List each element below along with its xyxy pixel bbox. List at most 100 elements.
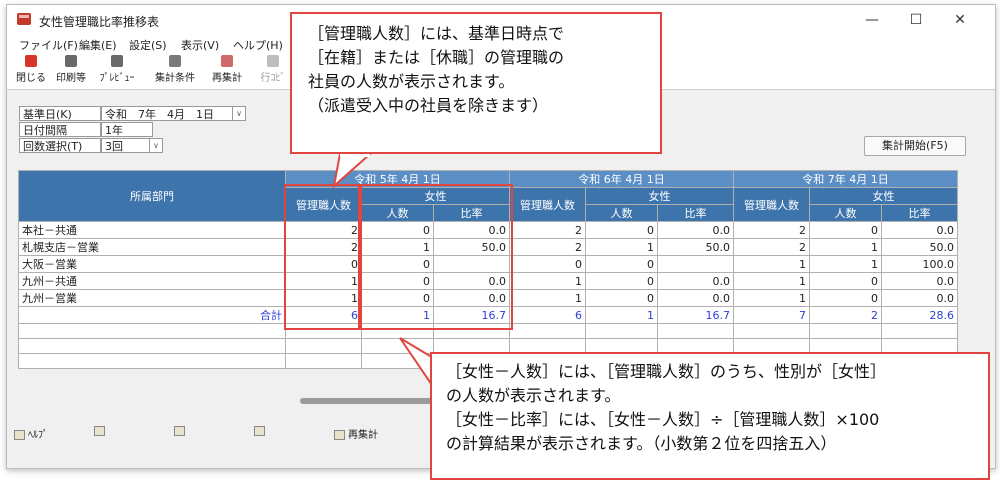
dept-cell: 九州－共通 <box>18 272 286 290</box>
count-select[interactable]: 3回 ∨ <box>101 138 163 153</box>
empty-cell <box>809 323 882 339</box>
value-cell: 50.0 <box>657 238 734 256</box>
empty-cell <box>18 323 286 339</box>
f5-key-icon <box>334 430 345 440</box>
menu-settings[interactable]: 設定(S) <box>129 37 167 53</box>
value-cell: 0 <box>585 255 658 273</box>
value-cell: 50.0 <box>881 238 958 256</box>
value-cell: 0.0 <box>881 272 958 290</box>
female-header: 女性 <box>809 187 958 205</box>
maximize-button[interactable]: ☐ <box>905 10 927 30</box>
f1-help-key[interactable]: ﾍﾙﾌﾟ <box>14 426 48 441</box>
callout-female-count: ［女性－人数］には、［管理職人数］のうち、性別が［女性］ の人数が表示されます。… <box>430 352 990 480</box>
conditions-button[interactable]: 集計条件 <box>155 55 195 84</box>
close-window-button[interactable]: ✕ <box>949 10 971 30</box>
f1-key-icon <box>14 430 25 440</box>
value-cell: 16.7 <box>657 306 734 324</box>
value-cell: 0.0 <box>657 289 734 307</box>
empty-cell <box>881 323 958 339</box>
mgr-header: 管理職人数 <box>733 187 810 222</box>
value-cell: 0 <box>809 289 882 307</box>
value-cell: 0 <box>585 272 658 290</box>
base-date-label: 基準日(K) <box>19 106 101 121</box>
value-cell: 2 <box>809 306 882 324</box>
empty-cell <box>509 323 586 339</box>
highlight-female-columns <box>360 184 513 330</box>
empty-cell <box>285 338 362 354</box>
printer-icon <box>65 55 77 67</box>
menu-view[interactable]: 表示(V) <box>181 37 219 53</box>
period-header: 令和 7年 4月 1日 <box>733 170 958 188</box>
interval-field[interactable]: 1年 <box>101 122 153 137</box>
print-button[interactable]: 印刷等 <box>51 55 91 84</box>
value-cell: 1 <box>809 255 882 273</box>
value-cell: 1 <box>509 289 586 307</box>
row-copy-button[interactable]: 行ｺﾋﾟ <box>253 55 293 84</box>
value-cell: 0.0 <box>881 221 958 239</box>
close-button[interactable]: 閉じる <box>11 55 51 84</box>
menu-file[interactable]: ファイル(F) <box>19 37 78 53</box>
value-cell: 0 <box>585 221 658 239</box>
value-cell: 100.0 <box>881 255 958 273</box>
window-title: 女性管理職比率推移表 <box>39 15 160 29</box>
empty-cell <box>18 353 286 369</box>
f5-recalc-key[interactable]: 再集計 <box>334 426 378 441</box>
app-icon <box>17 13 31 25</box>
count-label: 回数選択(T) <box>19 138 101 153</box>
mgr-header: 管理職人数 <box>509 187 586 222</box>
minimize-button[interactable]: — <box>861 10 883 30</box>
value-cell: 2 <box>733 238 810 256</box>
value-cell: 1 <box>809 238 882 256</box>
value-cell: 1 <box>585 306 658 324</box>
value-cell: 1 <box>509 272 586 290</box>
dept-cell: 大阪－営業 <box>18 255 286 273</box>
interval-label: 日付間隔 <box>19 122 101 137</box>
empty-cell <box>18 338 286 354</box>
menu-help[interactable]: ヘルプ(H) <box>233 37 283 53</box>
value-cell: 2 <box>509 221 586 239</box>
f4-key-icon <box>254 426 265 436</box>
callout-manager-count: ［管理職人数］には、基準日時点で ［在籍］または［休職］の管理職の 社員の人数が… <box>290 12 662 154</box>
empty-cell <box>733 323 810 339</box>
dept-header: 所属部門 <box>18 170 286 222</box>
value-cell: 1 <box>733 272 810 290</box>
value-cell <box>657 255 734 273</box>
empty-cell <box>585 323 658 339</box>
value-cell: 6 <box>509 306 586 324</box>
dept-cell: 九州－営業 <box>18 289 286 307</box>
highlight-mgr-column <box>284 184 360 330</box>
dept-cell: 札幌支店－営業 <box>18 238 286 256</box>
run-aggregate-button[interactable]: 集計開始(F5) <box>864 136 966 156</box>
recalc-button[interactable]: 再集計 <box>207 55 247 84</box>
value-cell: 0 <box>809 272 882 290</box>
value-cell: 2 <box>733 221 810 239</box>
menu-edit[interactable]: 編集(E) <box>79 37 117 53</box>
dept-cell: 合計 <box>18 306 286 324</box>
close-icon <box>25 55 37 67</box>
base-date-input[interactable]: 令和 7年 4月 1日 ∨ <box>101 106 246 121</box>
f2-key[interactable] <box>94 426 108 437</box>
recalc-icon <box>221 55 233 67</box>
female-header: 女性 <box>585 187 734 205</box>
value-cell: 0.0 <box>657 221 734 239</box>
empty-cell <box>657 323 734 339</box>
preview-button[interactable]: ﾌﾟﾚﾋﾞｭｰ <box>97 55 137 84</box>
empty-cell <box>285 353 362 369</box>
value-cell: 0 <box>585 289 658 307</box>
period-header: 令和 6年 4月 1日 <box>509 170 734 188</box>
chevron-down-icon[interactable]: ∨ <box>149 139 162 152</box>
chevron-down-icon[interactable]: ∨ <box>232 107 245 120</box>
f3-key[interactable] <box>174 426 188 437</box>
value-cell: 0 <box>509 255 586 273</box>
ratio-header: 比率 <box>657 204 734 222</box>
value-cell: 7 <box>733 306 810 324</box>
conditions-icon <box>169 55 181 67</box>
f4-key[interactable] <box>254 426 268 437</box>
value-cell: 28.6 <box>881 306 958 324</box>
value-cell: 0 <box>809 221 882 239</box>
count-header: 人数 <box>585 204 658 222</box>
value-cell: 0.0 <box>881 289 958 307</box>
value-cell: 1 <box>585 238 658 256</box>
dept-cell: 本社－共通 <box>18 221 286 239</box>
f2-key-icon <box>94 426 105 436</box>
